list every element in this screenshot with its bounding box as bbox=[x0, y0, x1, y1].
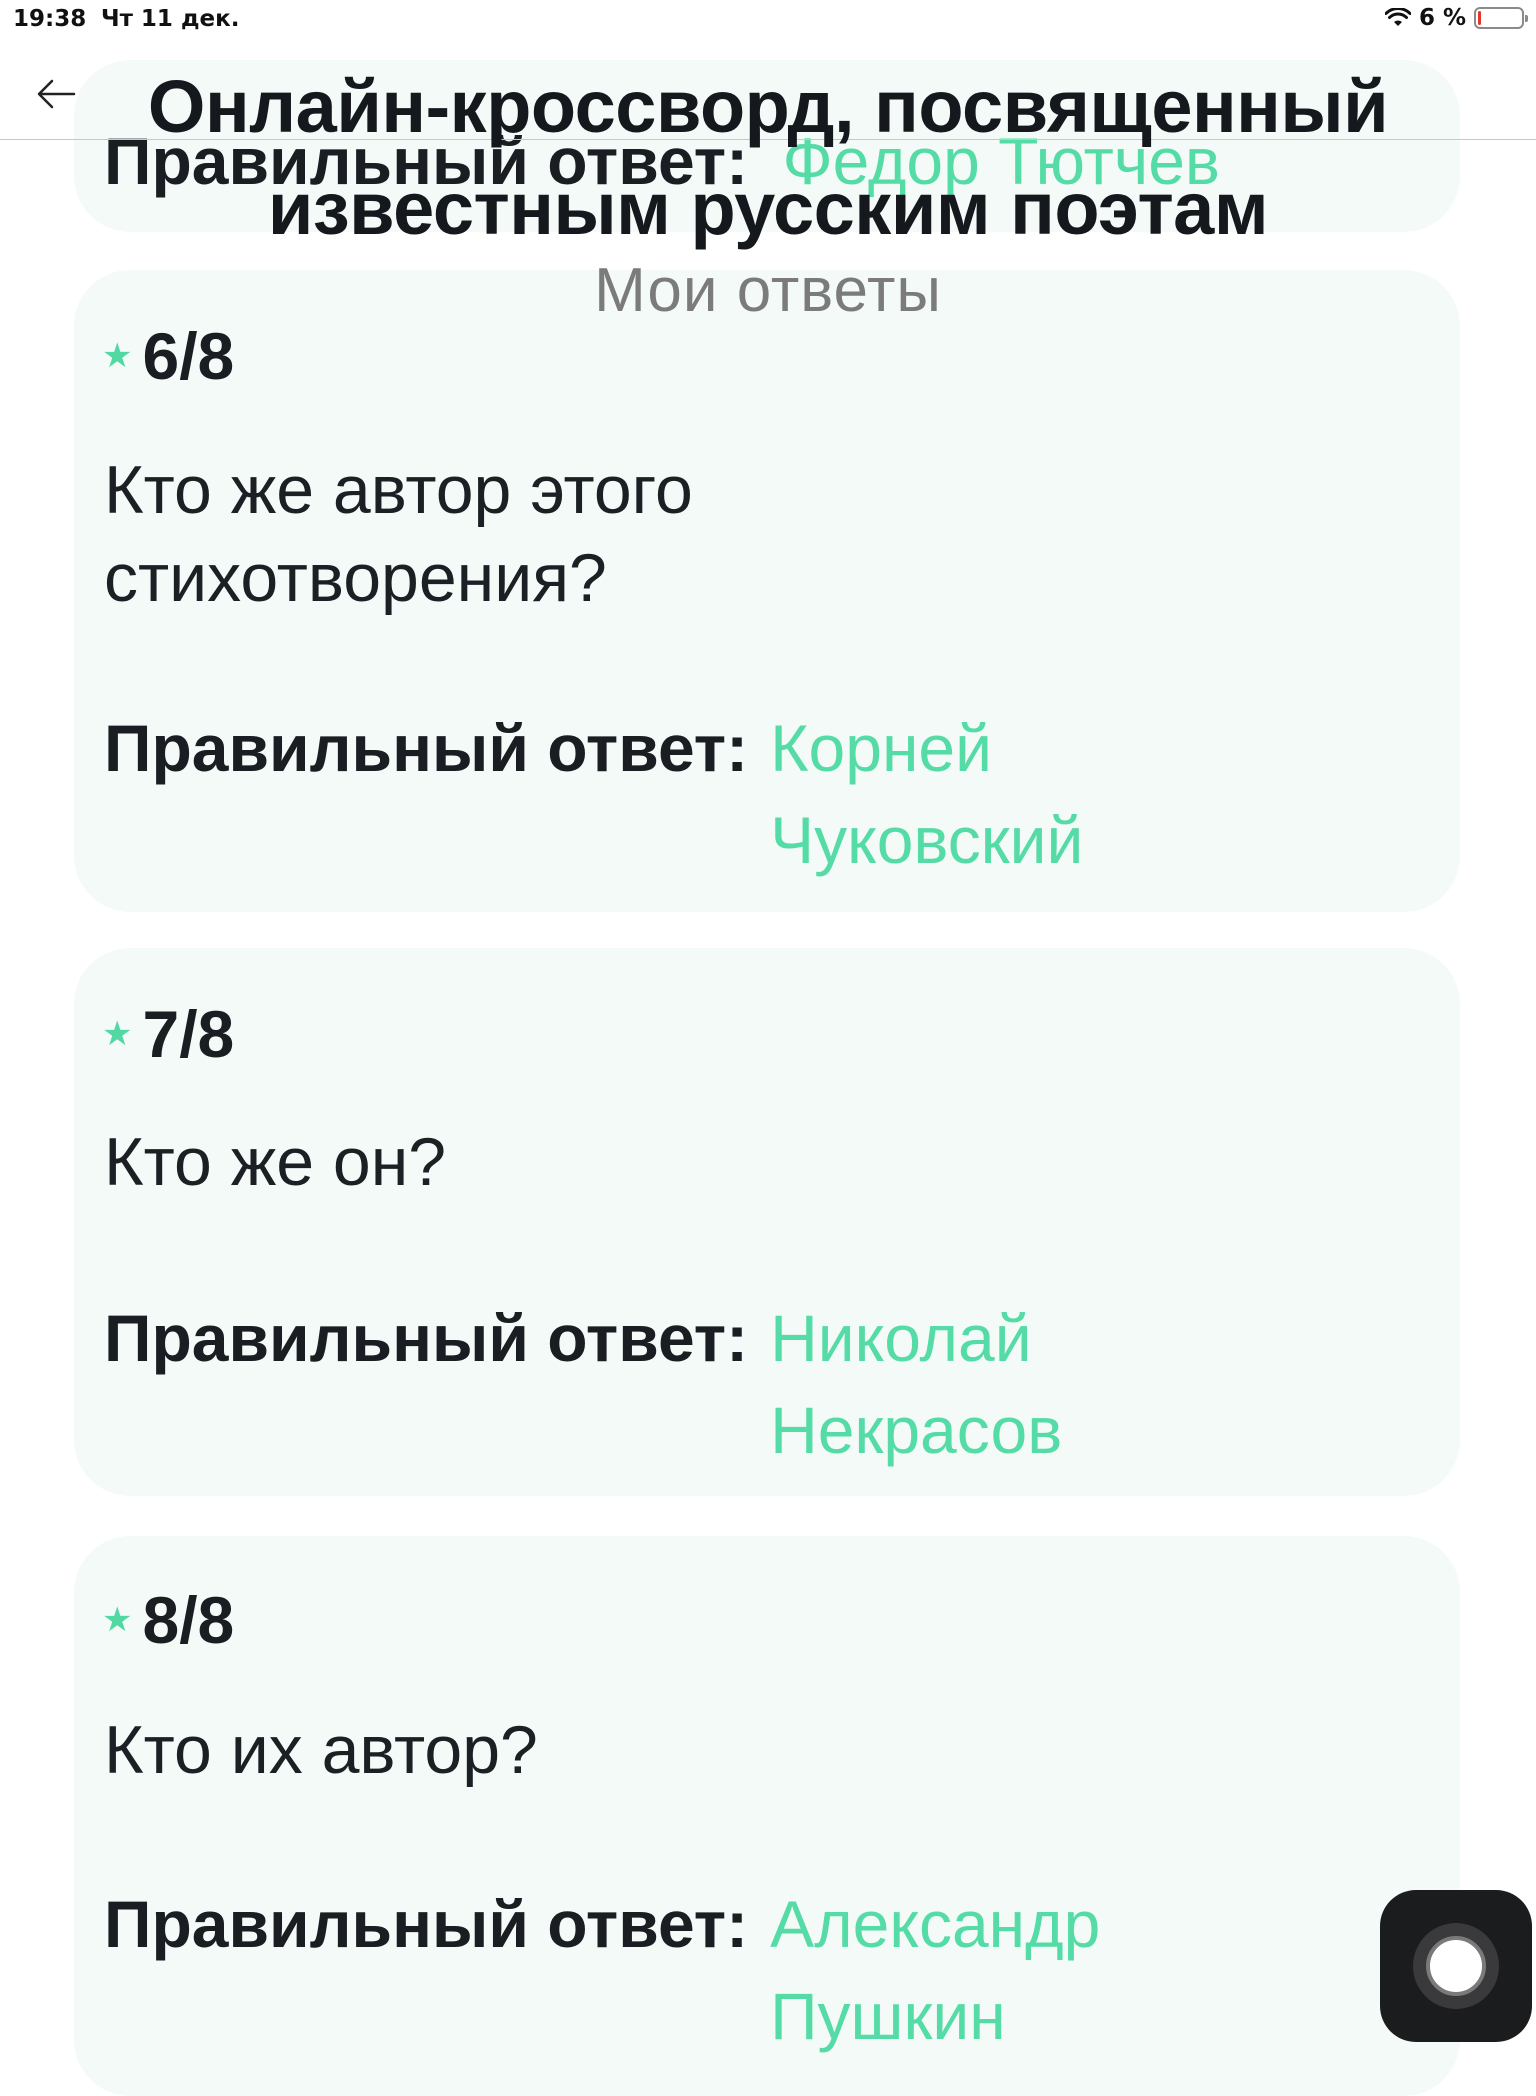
answer-value: Александр Пушкин bbox=[770, 1887, 1101, 2053]
answer-label: Правильный ответ: bbox=[104, 1301, 749, 1375]
star-icon: ★ bbox=[102, 337, 133, 375]
question-number: ★ 6/8 bbox=[102, 318, 234, 394]
answer-label: Правильный ответ: bbox=[104, 1887, 749, 1961]
status-time: 19:38 bbox=[13, 6, 87, 32]
star-icon: ★ bbox=[102, 1601, 133, 1639]
answer-value: Николай Некрасов bbox=[770, 1301, 1063, 1467]
question-number: ★ 8/8 bbox=[102, 1582, 234, 1658]
status-indicators: 6 % bbox=[1384, 5, 1528, 31]
question-text: Кто их автор? bbox=[104, 1712, 538, 1788]
correct-answer: Правильный ответ: Николай Некрасов bbox=[104, 1292, 1250, 1476]
answer-value: Федор Тютчев bbox=[782, 124, 1220, 198]
answer-card: ★ 7/8 Кто же он? Правильный ответ: Никол… bbox=[74, 948, 1460, 1496]
question-number-text: 8/8 bbox=[142, 1583, 235, 1657]
previous-correct-answer: Правильный ответ: Федор Тютчев bbox=[104, 128, 1220, 194]
battery-icon bbox=[1474, 7, 1528, 29]
battery-level bbox=[1478, 11, 1481, 25]
battery-percent: 6 % bbox=[1418, 5, 1466, 31]
answer-label: Правильный ответ: bbox=[104, 124, 749, 198]
correct-answer: Правильный ответ: Корней Чуковский bbox=[104, 702, 1250, 886]
assistive-touch-button[interactable] bbox=[1380, 1890, 1532, 2042]
arrow-left-icon bbox=[37, 79, 76, 109]
question-text: Кто же автор этого стихотворения? bbox=[104, 452, 693, 616]
assistive-touch-icon bbox=[1413, 1923, 1499, 2009]
status-bar: 19:38 Чт 11 дек. 6 % bbox=[0, 0, 1536, 38]
answer-value: Корней Чуковский bbox=[770, 711, 1084, 877]
question-text: Кто же он? bbox=[104, 1124, 447, 1200]
answer-card: ★ 6/8 Кто же автор этого стихотворения? … bbox=[74, 270, 1460, 912]
answer-card: ★ 8/8 Кто их автор? Правильный ответ: Ал… bbox=[74, 1536, 1460, 2096]
answers-list[interactable]: Правильный ответ: Федор Тютчев ★ 6/8 Кто… bbox=[0, 0, 1536, 2096]
wifi-icon bbox=[1384, 8, 1411, 26]
status-date: Чт 11 дек. bbox=[101, 6, 240, 32]
question-number-text: 7/8 bbox=[142, 997, 235, 1071]
question-number-text: 6/8 bbox=[142, 319, 235, 393]
answer-card-previous: Правильный ответ: Федор Тютчев bbox=[74, 60, 1460, 232]
question-number: ★ 7/8 bbox=[102, 996, 234, 1072]
correct-answer: Правильный ответ: Александр Пушкин bbox=[104, 1878, 1250, 2062]
answer-label: Правильный ответ: bbox=[104, 711, 749, 785]
star-icon: ★ bbox=[102, 1015, 133, 1053]
back-button[interactable] bbox=[28, 66, 84, 122]
